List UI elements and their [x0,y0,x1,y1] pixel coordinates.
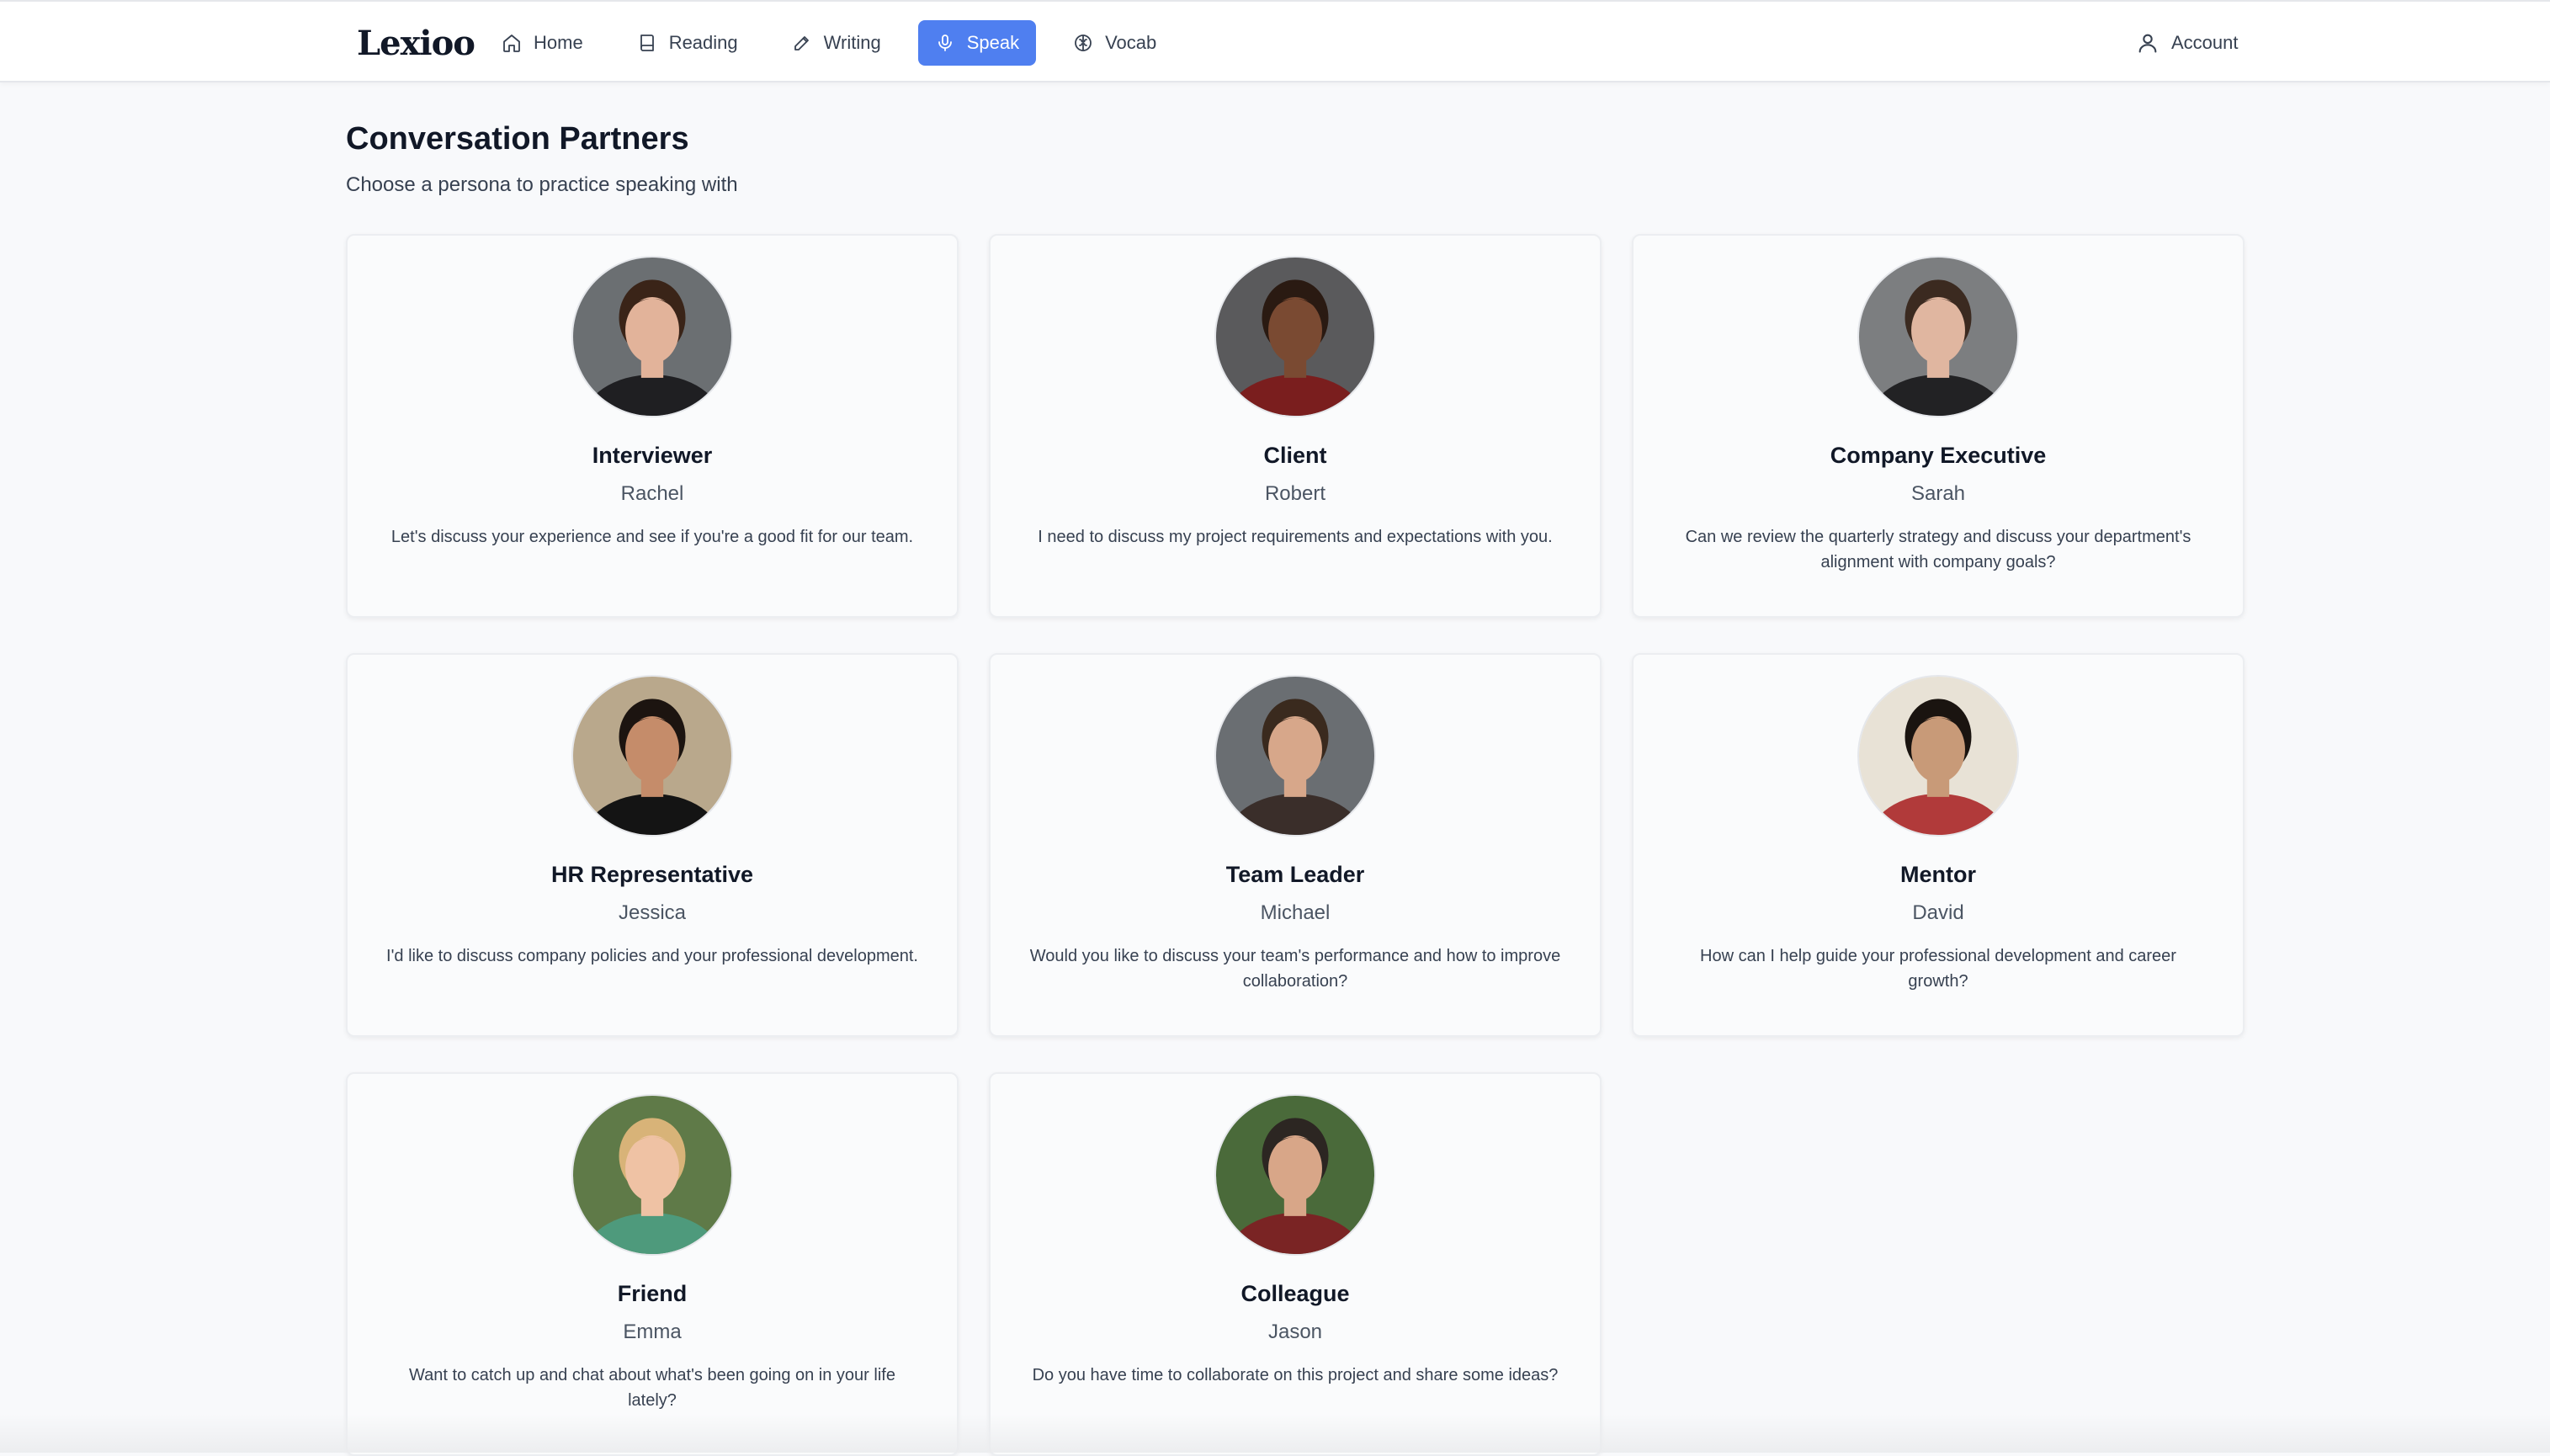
microphone-icon [938,35,952,51]
persona-card-hr-representative[interactable]: HR Representative Jessica I'd like to di… [346,653,959,1037]
persona-grid: Interviewer Rachel Let's discuss your ex… [346,234,2246,1456]
account-button[interactable]: Account [2136,20,2239,66]
persona-name: Michael [1260,901,1331,924]
persona-card-mentor[interactable]: Mentor David How can I help guide your p… [1632,653,2245,1037]
person-portrait-icon [1216,1096,1374,1254]
nav-item-home[interactable]: Home [485,20,600,66]
bottom-fade [0,1414,2550,1453]
persona-name: Jason [1267,1320,1323,1343]
nav-item-label: Home [534,32,583,53]
persona-name: Jessica [618,901,687,924]
nav-item-writing[interactable]: Writing [775,20,898,66]
persona-card-colleague[interactable]: Colleague Jason Do you have time to coll… [989,1072,1602,1456]
persona-avatar [571,675,733,837]
persona-greeting: How can I help guide your professional d… [1700,947,2176,991]
nav-item-label: Reading [668,32,738,53]
persona-name: Emma [623,1320,682,1343]
top-navbar: Lexioo Home Reading Writing Speak Vocab … [0,0,2550,82]
nav-item-label: Writing [823,32,881,53]
page-title: Conversation Partners [346,121,689,157]
nav-item-vocab[interactable]: Vocab [1056,20,1173,66]
person-portrait-icon [1216,258,1374,416]
persona-card-friend[interactable]: Friend Emma Want to catch up and chat ab… [346,1072,959,1456]
app-logo[interactable]: Lexioo [357,24,475,63]
persona-name: Rachel [620,482,684,505]
persona-greeting: Do you have time to collaborate on this … [1032,1366,1559,1384]
persona-role: HR Representative [550,862,754,887]
person-portrait-icon [573,677,731,835]
persona-role: Mentor [1900,862,1976,887]
persona-role: Company Executive [1830,443,2047,468]
persona-name: Sarah [1910,482,1966,505]
persona-greeting: I'd like to discuss company policies and… [386,947,918,965]
persona-avatar [1214,1094,1376,1256]
persona-avatar [571,256,733,417]
person-portrait-icon [1216,677,1374,835]
persona-greeting: Want to catch up and chat about what's b… [409,1366,895,1410]
brain-icon [1075,35,1092,51]
book-icon [640,35,654,51]
home-icon [503,35,520,52]
user-icon [2138,34,2157,53]
persona-avatar [1214,675,1376,837]
persona-avatar [1857,256,2019,417]
person-portrait-icon [573,258,731,416]
persona-role: Colleague [1240,1281,1350,1306]
page-subtitle: Choose a persona to practice speaking wi… [346,173,738,196]
persona-role: Team Leader [1225,862,1365,887]
persona-role: Client [1263,443,1327,468]
persona-card-client[interactable]: Client Robert I need to discuss my proje… [989,234,1602,618]
persona-greeting: I need to discuss my project requirement… [1038,528,1553,546]
persona-greeting: Let's discuss your experience and see if… [390,528,914,546]
account-label: Account [2171,32,2239,53]
nav-item-label: Vocab [1105,32,1157,53]
persona-role: Interviewer [592,443,713,468]
nav-item-label: Speak [966,32,1020,53]
nav-item-reading[interactable]: Reading [620,20,755,66]
persona-role: Friend [617,1281,688,1306]
main-nav: Home Reading Writing Speak Vocab [485,20,1193,66]
pencil-icon [794,36,809,50]
persona-avatar [1857,675,2019,837]
persona-card-company-executive[interactable]: Company Executive Sarah Can we review th… [1632,234,2245,618]
persona-card-team-leader[interactable]: Team Leader Michael Would you like to di… [989,653,1602,1037]
persona-greeting: Would you like to discuss your team's pe… [1029,947,1561,991]
persona-name: Robert [1264,482,1326,505]
persona-avatar [1214,256,1376,417]
persona-name: David [1912,901,1964,924]
person-portrait-icon [573,1096,731,1254]
persona-card-interviewer[interactable]: Interviewer Rachel Let's discuss your ex… [346,234,959,618]
person-portrait-icon [1859,677,2017,835]
persona-avatar [571,1094,733,1256]
nav-item-speak[interactable]: Speak [917,20,1037,66]
person-portrait-icon [1859,258,2017,416]
persona-greeting: Can we review the quarterly strategy and… [1685,528,2191,571]
